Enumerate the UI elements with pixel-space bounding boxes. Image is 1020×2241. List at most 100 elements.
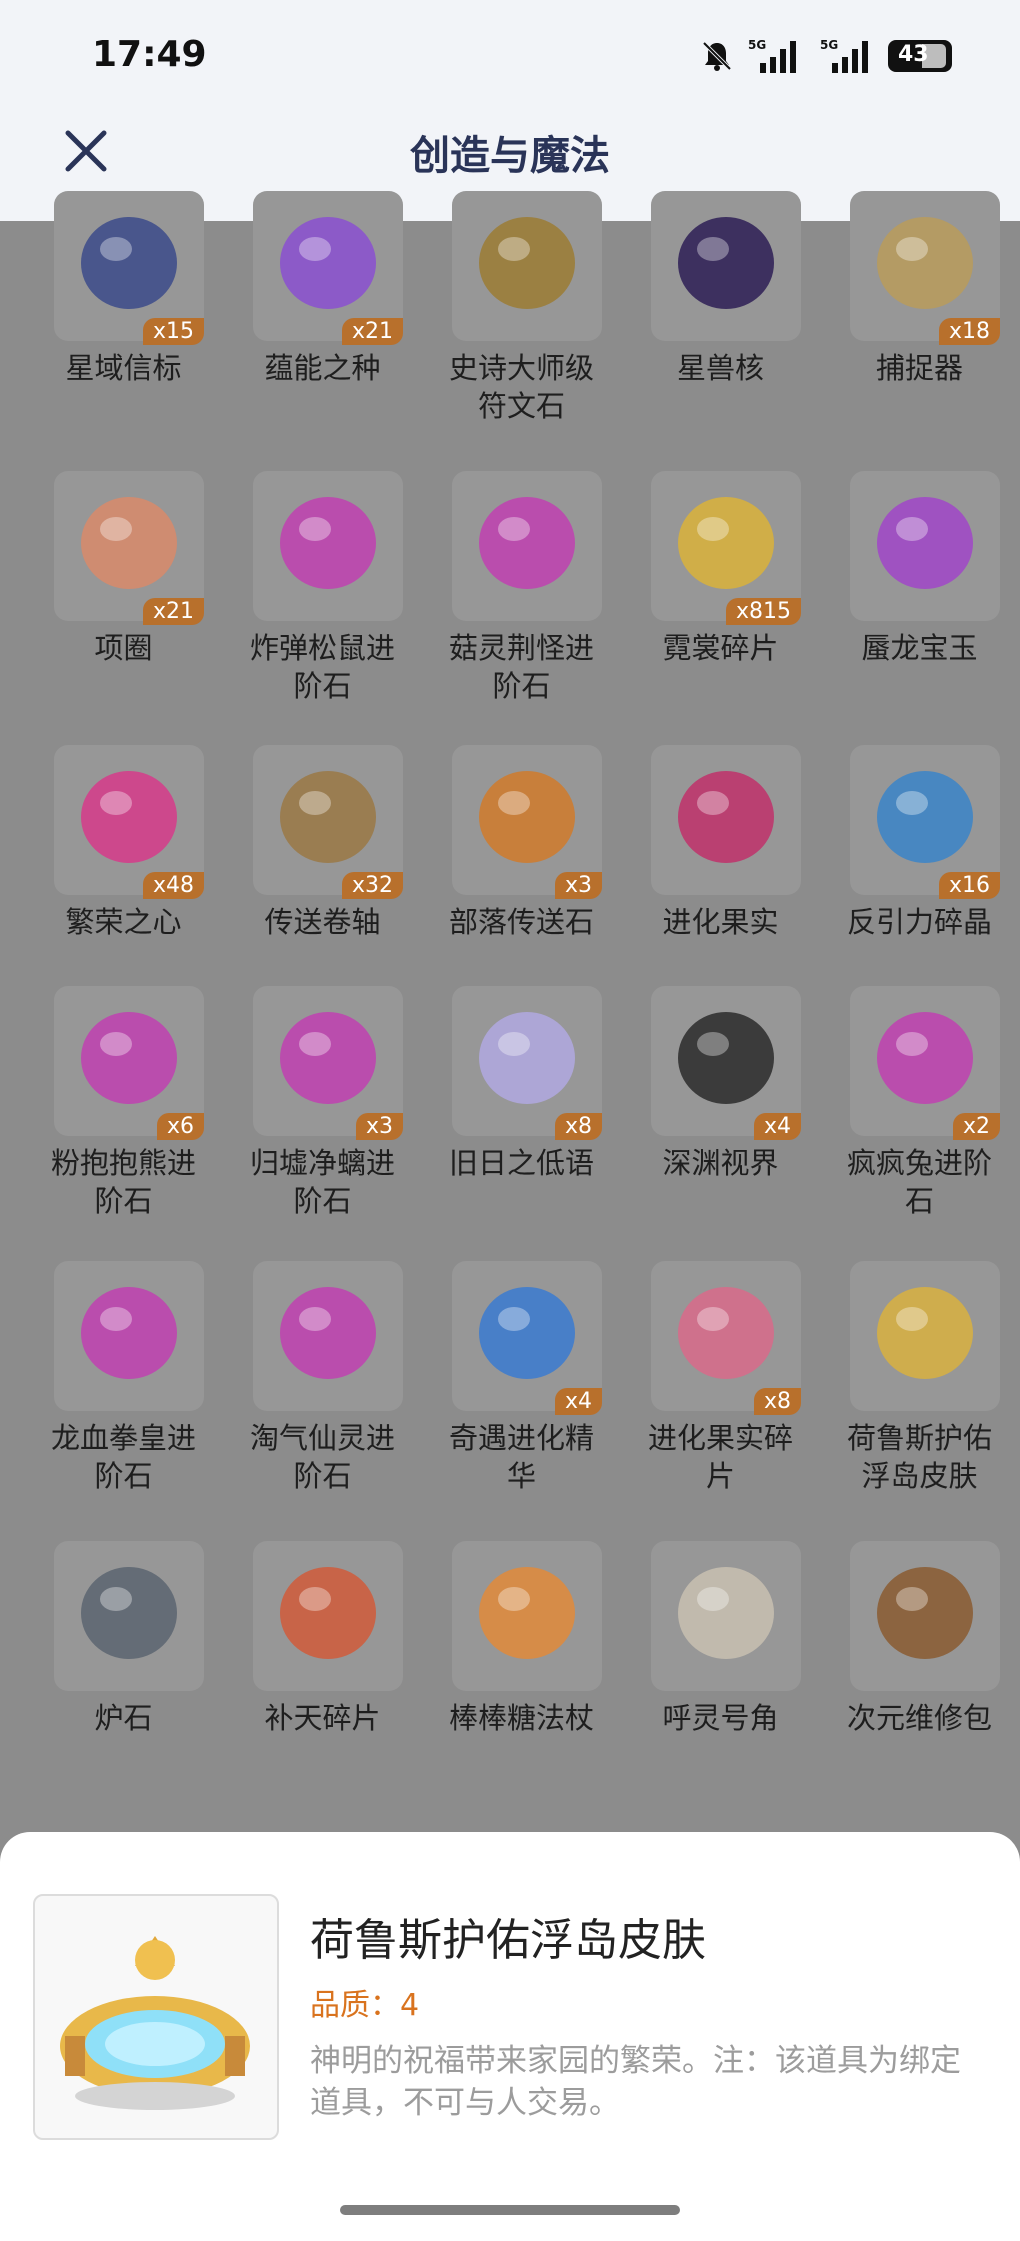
fruit-slice-icon: x8 xyxy=(651,1261,801,1415)
pink-heart-gem-icon: x48 xyxy=(54,745,204,899)
grid-item[interactable]: x3 部落传送石 xyxy=(422,745,621,995)
feather-shards-icon xyxy=(253,1541,403,1691)
anti-gravity-crystal-icon: x16 xyxy=(850,745,1000,899)
abyss-eye-icon: x4 xyxy=(651,986,801,1140)
quantity-badge: x32 xyxy=(341,872,403,899)
horn-icon xyxy=(651,1541,801,1691)
grid-item[interactable]: x16 反引力碎晶 xyxy=(820,745,1019,995)
quantity-badge: x3 xyxy=(355,1113,403,1140)
item-label: 项圈 xyxy=(94,631,153,665)
battery-icon: 43 xyxy=(888,40,952,72)
grid-item[interactable]: 炉石 xyxy=(24,1541,223,1791)
grid-item[interactable]: x8 旧日之低语 xyxy=(422,986,621,1236)
item-label: 荷鲁斯护佑 浮岛皮肤 xyxy=(846,1421,992,1493)
dragon-jade-icon xyxy=(850,471,1000,621)
item-label: 繁荣之心 xyxy=(65,905,182,939)
grid-item[interactable]: x15 星域信标 xyxy=(24,191,223,441)
grid-item[interactable]: 补天碎片 xyxy=(223,1541,422,1791)
item-label: 龙血拳皇进 阶石 xyxy=(50,1421,196,1493)
item-label: 炸弹松鼠进 阶石 xyxy=(249,631,395,703)
item-label: 呼灵号角 xyxy=(662,1701,779,1735)
grid-item[interactable]: 呼灵号角 xyxy=(621,1541,820,1791)
grid-item[interactable]: x4 奇遇进化精 华 xyxy=(422,1261,621,1511)
item-label: 归墟净螭进 阶石 xyxy=(249,1146,395,1218)
item-label: 奇遇进化精 华 xyxy=(448,1421,594,1493)
purple-crystal-icon: x21 xyxy=(253,191,403,345)
evolution-fruit-icon xyxy=(651,745,801,895)
quantity-badge: x4 xyxy=(753,1113,801,1140)
grid-item[interactable]: x18 捕捉器 xyxy=(820,191,1019,441)
status-time: 17:49 xyxy=(92,34,207,75)
grid-item[interactable]: 菇灵荆怪进 阶石 xyxy=(422,471,621,721)
rune-stone-icon xyxy=(452,191,602,341)
status-icons: 5G 5G 43 xyxy=(700,36,952,76)
home-indicator[interactable] xyxy=(340,2205,680,2215)
battery-level: 43 xyxy=(898,42,929,67)
grid-item[interactable]: 龙血拳皇进 阶石 xyxy=(24,1261,223,1511)
scroll-icon: x32 xyxy=(253,745,403,899)
grid-item[interactable]: x6 粉抱抱熊进 阶石 xyxy=(24,986,223,1236)
gem-egg-icon: x6 xyxy=(54,986,204,1140)
grid-item[interactable]: x8 进化果实碎 片 xyxy=(621,1261,820,1511)
item-label: 星兽核 xyxy=(676,351,764,385)
item-label: 深渊视界 xyxy=(662,1146,779,1180)
grid-item[interactable]: 进化果实 xyxy=(621,745,820,995)
hearthstone-icon xyxy=(54,1541,204,1691)
grid-item[interactable]: 炸弹松鼠进 阶石 xyxy=(223,471,422,721)
item-label: 部落传送石 xyxy=(448,905,594,939)
quantity-badge: x4 xyxy=(554,1388,602,1415)
item-label: 疯疯兔进阶 石 xyxy=(846,1146,992,1218)
grid-item[interactable]: 次元维修包 xyxy=(820,1541,1019,1791)
whisper-orb-icon: x8 xyxy=(452,986,602,1140)
grid-item[interactable]: 棒棒糖法杖 xyxy=(422,1541,621,1791)
item-label: 史诗大师级 符文石 xyxy=(448,351,594,423)
grid-item[interactable]: x32 传送卷轴 xyxy=(223,745,422,995)
grid-item[interactable]: x2 疯疯兔进阶 石 xyxy=(820,986,1019,1236)
svg-text:5G: 5G xyxy=(748,38,766,52)
quantity-badge: x21 xyxy=(142,598,204,625)
floating-island-icon xyxy=(60,1936,250,2110)
item-label: 星域信标 xyxy=(65,351,182,385)
quantity-badge: x8 xyxy=(753,1388,801,1415)
item-label: 粉抱抱熊进 阶石 xyxy=(50,1146,196,1218)
grid-item[interactable]: x48 繁荣之心 xyxy=(24,745,223,995)
gem-acorn-icon xyxy=(253,471,403,621)
signal-5g-icon: 5G xyxy=(820,38,868,73)
grid-item[interactable]: 史诗大师级 符文石 xyxy=(422,191,621,441)
grid-item[interactable]: x21 项圈 xyxy=(24,471,223,721)
lollipop-staff-icon xyxy=(452,1541,602,1691)
item-label: 霓裳碎片 xyxy=(662,631,779,665)
collar-icon: x21 xyxy=(54,471,204,625)
mute-bell-icon xyxy=(702,41,732,71)
item-label: 蜃龙宝玉 xyxy=(861,631,978,665)
gem-fairy-icon xyxy=(253,1261,403,1411)
grid-item[interactable]: 蜃龙宝玉 xyxy=(820,471,1019,721)
grid-item[interactable]: 星兽核 xyxy=(621,191,820,441)
grid-item[interactable]: x815 霓裳碎片 xyxy=(621,471,820,721)
item-label: 进化果实 xyxy=(662,905,779,939)
tribe-stone-icon: x3 xyxy=(452,745,602,899)
grid-item[interactable]: x3 归墟净螭进 阶石 xyxy=(223,986,422,1236)
item-label: 传送卷轴 xyxy=(264,905,381,939)
detail-item-image xyxy=(33,1894,279,2140)
grid-item[interactable]: 淘气仙灵进 阶石 xyxy=(223,1261,422,1511)
quantity-badge: x2 xyxy=(952,1113,1000,1140)
signal-5g-icon: 5G xyxy=(748,38,796,73)
quantity-badge: x16 xyxy=(938,872,1000,899)
grid-item[interactable]: x4 深渊视界 xyxy=(621,986,820,1236)
floating-island-icon xyxy=(850,1261,1000,1411)
item-label: 补天碎片 xyxy=(264,1701,381,1735)
repair-bag-icon xyxy=(850,1541,1000,1691)
item-label: 反引力碎晶 xyxy=(846,905,992,939)
quantity-badge: x3 xyxy=(554,872,602,899)
grid-item[interactable]: x21 蕴能之种 xyxy=(223,191,422,441)
grid-item[interactable]: 荷鲁斯护佑 浮岛皮肤 xyxy=(820,1261,1019,1511)
page-title: 创造与魔法 xyxy=(410,133,610,179)
star-beast-core-icon xyxy=(651,191,801,341)
item-label: 旧日之低语 xyxy=(448,1146,594,1180)
quantity-badge: x815 xyxy=(725,598,801,625)
detail-quality: 品质：4 xyxy=(310,1988,420,2023)
item-label: 进化果实碎 片 xyxy=(647,1421,793,1493)
item-label: 蕴能之种 xyxy=(264,351,381,385)
star-beacon-icon: x15 xyxy=(54,191,204,345)
